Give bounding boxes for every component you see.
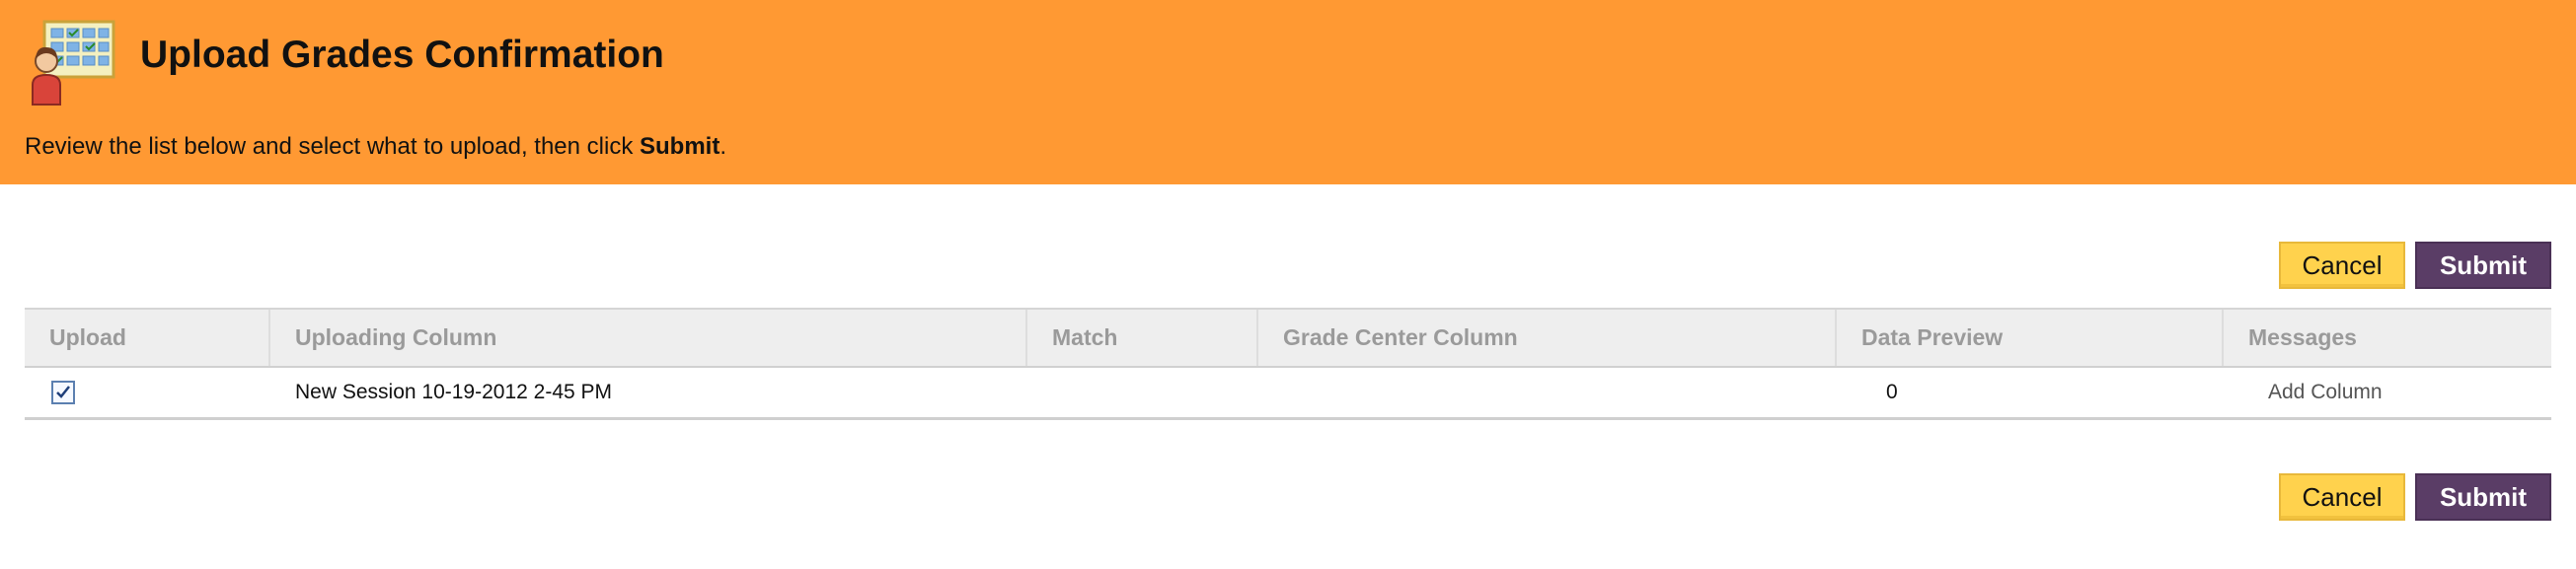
submit-button-bottom[interactable]: Submit — [2415, 473, 2551, 521]
instructions-submit-word: Submit — [640, 133, 720, 160]
upload-checkbox[interactable] — [51, 381, 75, 404]
column-header-uploading-column[interactable]: Uploading Column — [270, 310, 1027, 366]
cancel-button[interactable]: Cancel — [2279, 242, 2405, 289]
submit-button[interactable]: Submit — [2415, 242, 2551, 289]
match-cell — [1027, 368, 1258, 417]
table-header: Upload Uploading Column Match Grade Cent… — [25, 310, 2551, 368]
gradebook-teacher-icon — [32, 20, 115, 106]
instructions-suffix: . — [720, 133, 727, 160]
column-header-messages[interactable]: Messages — [2224, 310, 2551, 366]
column-header-data-preview[interactable]: Data Preview — [1837, 310, 2224, 366]
instructions-prefix: Review the list below and select what to… — [25, 133, 641, 160]
cancel-button-bottom[interactable]: Cancel — [2279, 473, 2405, 521]
column-header-match[interactable]: Match — [1027, 310, 1258, 366]
column-header-grade-center-column[interactable]: Grade Center Column — [1258, 310, 1837, 366]
upload-grades-table: Upload Uploading Column Match Grade Cent… — [25, 308, 2551, 420]
column-header-upload[interactable]: Upload — [25, 310, 270, 366]
data-preview-cell: 0 — [1886, 381, 1898, 403]
page-title: Upload Grades Confirmation — [140, 34, 664, 76]
instructions-text: Review the list below and select what to… — [25, 133, 726, 161]
checkmark-icon — [56, 386, 70, 398]
top-action-bar: Cancel Submit — [2279, 242, 2551, 289]
page-header: Upload Grades Confirmation Review the li… — [0, 0, 2576, 184]
upload-cell — [25, 368, 270, 417]
uploading-column-cell: New Session 10-19-2012 2-45 PM — [295, 381, 613, 403]
table-row: New Session 10-19-2012 2-45 PM 0 Add Col… — [25, 368, 2551, 417]
grade-center-column-cell — [1258, 368, 1837, 417]
bottom-action-bar: Cancel Submit — [2279, 473, 2551, 521]
messages-cell: Add Column — [2268, 381, 2383, 403]
